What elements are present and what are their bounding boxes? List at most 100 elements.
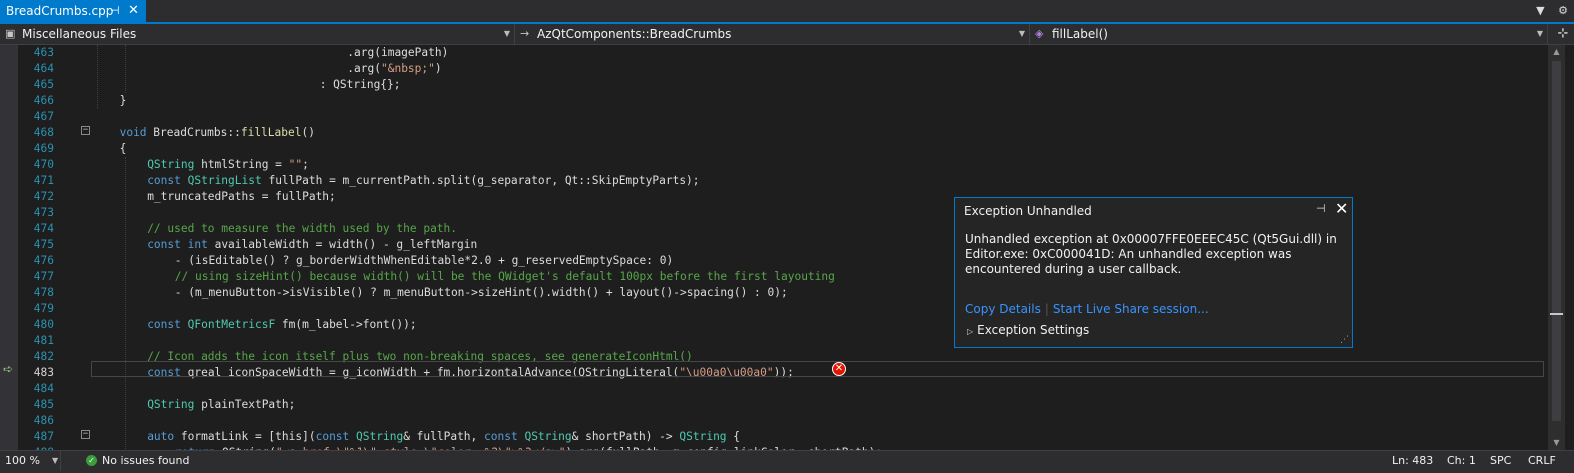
code-text: .arg("&nbsp;") [347, 62, 442, 75]
editor-status-bar: 100 % ▼ ✓ No issues found Ln: 483 Ch: 1 … [0, 450, 1574, 473]
code-line[interactable]: 465 : QString{}; [0, 77, 1548, 93]
scroll-down-icon[interactable]: ▼ [1548, 436, 1565, 450]
code-text: QString plainTextPath; [147, 398, 296, 411]
line-number: 471 [33, 174, 54, 187]
line-number: 467 [33, 110, 54, 123]
code-line[interactable]: 486 [0, 413, 1548, 429]
gear-icon[interactable]: ⚙ [1558, 4, 1568, 17]
status-separator [60, 451, 61, 471]
scroll-up-icon[interactable]: ▲ [1548, 45, 1565, 59]
project-dropdown[interactable]: ▣ Miscellaneous Files ▼ [0, 24, 515, 44]
column-indicator[interactable]: Ch: 1 [1447, 451, 1476, 471]
code-line[interactable]: 464 .arg("&nbsp;") [0, 61, 1548, 77]
tab-list-dropdown-icon[interactable]: ▼ [1536, 4, 1544, 17]
line-number: 473 [33, 206, 54, 219]
exception-links: Copy Details | Start Live Share session... [965, 302, 1209, 316]
file-icon: ▣ [5, 27, 16, 40]
code-line[interactable]: 471 const QStringList fullPath = m_curren… [0, 173, 1548, 189]
resize-grip-icon[interactable]: ⋰ [1340, 335, 1349, 345]
live-share-link[interactable]: Start Live Share session... [1053, 302, 1209, 316]
document-tab-bar: BreadCrumbs.cpp ⊣ ✕ ▼ ⚙ [0, 0, 1574, 24]
code-line[interactable]: 487 auto formatLink = [this](const QStrin… [0, 429, 1548, 445]
split-window-icon[interactable]: ⊹ [1552, 24, 1574, 44]
collapse-icon[interactable]: − [81, 126, 90, 135]
issues-indicator[interactable]: No issues found [102, 451, 189, 471]
zoom-level[interactable]: 100 % [5, 451, 40, 471]
chevron-down-icon: ▼ [1018, 29, 1025, 38]
arrow-right-icon: → [520, 27, 530, 40]
code-text: const QFontMetricsF fm(m_label->font()); [147, 318, 417, 331]
line-number: 469 [33, 142, 54, 155]
code-line[interactable]: 467 [0, 109, 1548, 125]
line-number: 472 [33, 190, 54, 203]
line-number: 480 [33, 318, 54, 331]
line-number: 479 [33, 302, 54, 315]
code-line[interactable]: 485 QString plainTextPath; [0, 397, 1548, 413]
code-text: const QStringList fullPath = m_currentPa… [147, 174, 700, 187]
line-number: 478 [33, 286, 54, 299]
code-line[interactable]: 466} [0, 93, 1548, 109]
code-line[interactable]: 463 .arg(imagePath) [0, 45, 1548, 61]
tab-bar-actions: ▼ ⚙ [1526, 0, 1568, 22]
line-number: 477 [33, 270, 54, 283]
code-text: .arg(imagePath) [347, 46, 449, 59]
vertical-scrollbar[interactable]: ▲ ▼ [1548, 45, 1565, 450]
code-text: - (m_menuButton->isVisible() ? m_menuBut… [174, 286, 788, 299]
code-text: - (isEditable() ? g_borderWidthWhenEdita… [174, 254, 674, 267]
scope-dropdown[interactable]: → AzQtComponents::BreadCrumbs ▼ [515, 24, 1030, 44]
line-number: 487 [33, 430, 54, 443]
pin-icon[interactable]: ⊣ [110, 0, 120, 22]
close-icon[interactable]: ✕ [128, 0, 139, 22]
line-number: 464 [33, 62, 54, 75]
project-label: Miscellaneous Files [22, 27, 137, 41]
scrollbar-current-line-marker [1550, 313, 1563, 315]
code-line[interactable]: 468 void BreadCrumbs::fillLabel() [0, 125, 1548, 141]
code-text: // using sizeHint() because width() will… [174, 270, 835, 283]
tab-breadcrumbs-cpp[interactable]: BreadCrumbs.cpp ⊣ ✕ [0, 0, 146, 22]
error-icon[interactable]: ✕ [832, 362, 846, 376]
code-text: void BreadCrumbs::fillLabel() [119, 126, 315, 139]
navigation-bar: ▣ Miscellaneous Files ▼ → AzQtComponents… [0, 24, 1574, 45]
chevron-down-icon: ▼ [503, 29, 510, 38]
expand-triangle-icon: ▷ [967, 327, 974, 336]
line-number: 470 [33, 158, 54, 171]
line-number: 483 [33, 366, 54, 379]
code-line[interactable]: 484 [0, 381, 1548, 397]
execution-pointer-icon[interactable]: ➪ [3, 363, 13, 375]
chevron-down-icon: ▼ [1536, 29, 1543, 38]
scrollbar-thumb[interactable] [1552, 61, 1561, 421]
scope-label: AzQtComponents::BreadCrumbs [537, 27, 732, 41]
line-number: 468 [33, 126, 54, 139]
line-number: 463 [33, 46, 54, 59]
copy-details-link[interactable]: Copy Details [965, 302, 1041, 316]
code-text: } [119, 94, 127, 107]
exception-title: Exception Unhandled [964, 204, 1092, 218]
code-line[interactable]: 469 { [0, 141, 1548, 157]
line-number: 466 [33, 94, 54, 107]
code-text: const int availableWidth = width() - g_l… [147, 238, 478, 251]
line-ending-indicator[interactable]: CRLF [1528, 451, 1556, 471]
code-text: : QString{}; [319, 78, 401, 91]
close-icon[interactable]: ✕ [1335, 199, 1348, 218]
member-dropdown[interactable]: ◈ fillLabel() ▼ [1030, 24, 1548, 44]
line-number: 475 [33, 238, 54, 251]
line-number-indicator[interactable]: Ln: 483 [1392, 451, 1433, 471]
member-label: fillLabel() [1052, 27, 1108, 41]
link-separator: | [1044, 302, 1049, 316]
chevron-down-icon[interactable]: ▼ [52, 451, 58, 471]
collapse-icon[interactable]: − [81, 430, 90, 439]
exception-settings-toggle[interactable]: ▷ Exception Settings [967, 323, 1089, 337]
exception-popup: Exception Unhandled ⊣ ✕ Unhandled except… [954, 197, 1353, 348]
exception-message: Unhandled exception at 0x00007FFE0EEEC45… [965, 232, 1337, 276]
check-circle-icon: ✓ [86, 455, 97, 466]
line-number: 481 [33, 334, 54, 347]
line-number: 486 [33, 414, 54, 427]
code-editor[interactable]: 463 .arg(imagePath) 464 .arg("&nbsp;") 465 : … [0, 45, 1574, 461]
line-number: 465 [33, 78, 54, 91]
line-number: 485 [33, 398, 54, 411]
whitespace-indicator[interactable]: SPC [1490, 451, 1511, 471]
current-line-highlight [91, 361, 1544, 377]
pin-icon[interactable]: ⊣ [1316, 202, 1326, 215]
code-line[interactable]: 470 QString htmlString = ""; [0, 157, 1548, 173]
line-number: 482 [33, 350, 54, 363]
